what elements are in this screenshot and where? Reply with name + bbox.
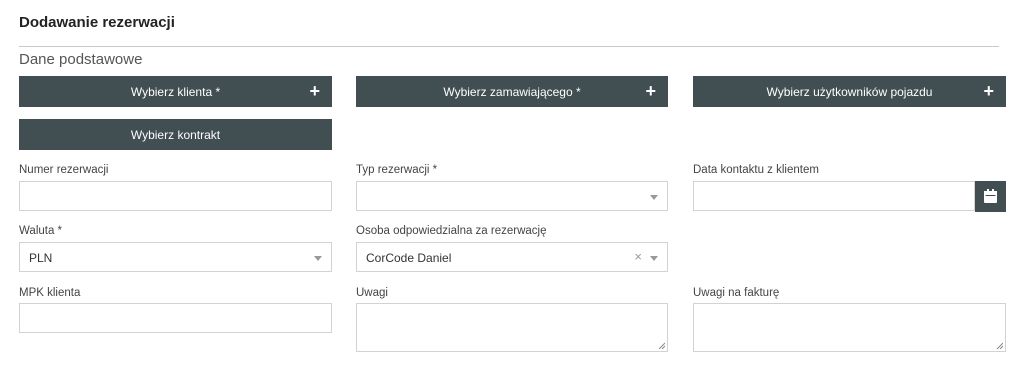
invoice-notes-label: Uwagi na fakturę <box>693 287 780 299</box>
page-title: Dodawanie rezerwacji <box>19 14 175 31</box>
section-title: Dane podstawowe <box>19 51 143 68</box>
plus-icon: + <box>309 81 320 101</box>
calendar-icon <box>984 189 997 203</box>
choose-contract-label: Wybierz kontrakt <box>130 127 221 142</box>
responsible-person-label: Osoba odpowiedzialna za rezerwację <box>356 225 547 237</box>
currency-value: PLN <box>29 251 53 265</box>
currency-label: Waluta * <box>19 225 63 237</box>
reservation-number-label: Numer rezerwacji <box>19 164 109 176</box>
calendar-button[interactable] <box>975 181 1006 212</box>
notes-textarea[interactable] <box>356 303 668 352</box>
choose-vehicle-users-label: Wybierz użytkowników pojazdu <box>766 84 933 99</box>
choose-orderer-label: Wybierz zamawiającego * <box>443 84 581 99</box>
header-divider <box>19 46 999 47</box>
plus-icon: + <box>983 81 994 101</box>
choose-contract-button[interactable]: Wybierz kontrakt <box>19 119 332 150</box>
choose-orderer-button[interactable]: Wybierz zamawiającego * + <box>356 76 668 107</box>
plus-icon: + <box>645 81 656 101</box>
resize-handle-icon[interactable] <box>658 342 665 349</box>
invoice-notes-textarea[interactable] <box>693 303 1006 352</box>
choose-client-button[interactable]: Wybierz klienta * + <box>19 76 332 107</box>
client-mpk-label: MPK klienta <box>19 287 81 299</box>
responsible-person-select[interactable]: CorCode Daniel × <box>356 242 668 272</box>
reservation-type-label: Typ rezerwacji * <box>356 164 438 176</box>
choose-vehicle-users-button[interactable]: Wybierz użytkowników pojazdu + <box>693 76 1006 107</box>
resize-handle-icon[interactable] <box>996 342 1003 349</box>
reservation-number-input[interactable] <box>19 181 332 211</box>
close-icon[interactable]: × <box>634 249 642 264</box>
client-contact-date-input[interactable] <box>693 181 975 211</box>
chevron-down-icon <box>650 256 658 261</box>
chevron-down-icon <box>314 256 322 261</box>
notes-label: Uwagi <box>356 287 388 299</box>
responsible-person-value: CorCode Daniel <box>366 251 452 265</box>
reservation-type-select[interactable] <box>356 181 668 211</box>
client-mpk-input[interactable] <box>19 303 332 333</box>
chevron-down-icon <box>650 195 658 200</box>
client-contact-date-label: Data kontaktu z klientem <box>693 164 819 176</box>
choose-client-label: Wybierz klienta * <box>130 84 221 99</box>
currency-select[interactable]: PLN <box>19 242 332 272</box>
